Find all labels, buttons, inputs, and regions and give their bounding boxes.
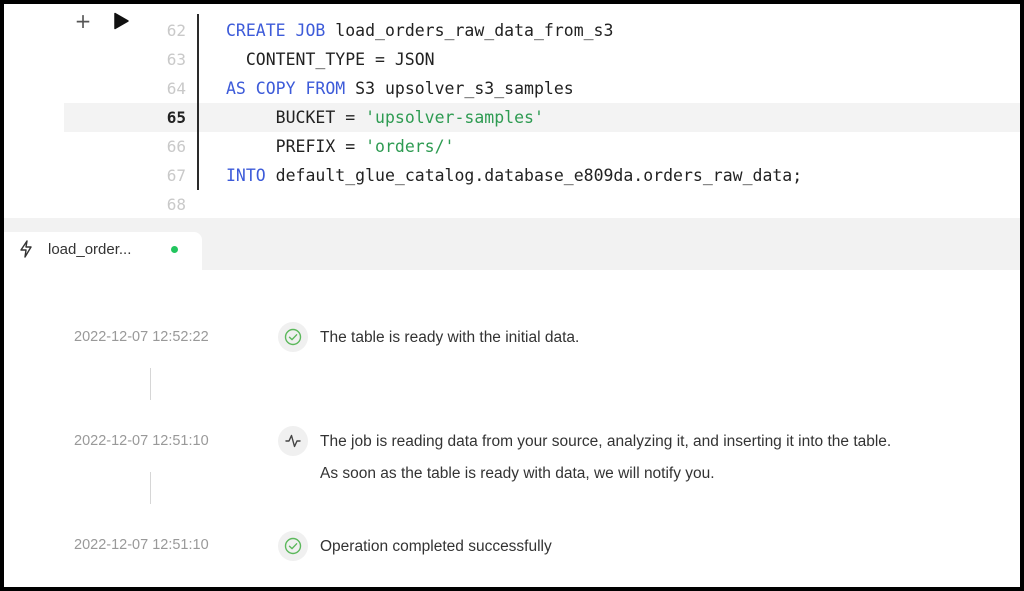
line-number: 68 [166, 195, 186, 214]
tab-label: load_order... [48, 241, 132, 258]
code-line[interactable]: 65 BUCKET = 'upsolver-samples' [4, 103, 1020, 132]
event-message-detail: As soon as the table is ready with data,… [320, 465, 715, 482]
line-number: 66 [166, 137, 186, 156]
line-number: 65 [166, 108, 186, 127]
code-line[interactable]: 64 AS COPY FROM S3 upsolver_s3_samples [4, 74, 1020, 103]
tab-load-orders-job[interactable]: load_order... [4, 232, 202, 270]
screenshot-frame: + 62 CREATE JOB load_orders_raw_data_from… [0, 0, 1024, 591]
line-number: 63 [166, 50, 186, 69]
gutter-divider [197, 14, 199, 190]
tab-strip: load_order... [4, 218, 1020, 270]
code-token: BUCKET = [226, 108, 366, 127]
code-text: PREFIX = 'orders/' [226, 132, 455, 161]
line-number: 62 [166, 21, 186, 40]
code-token: S3 upsolver_s3_samples [345, 79, 574, 98]
code-line[interactable]: 62 CREATE JOB load_orders_raw_data_from_s… [4, 16, 1020, 45]
code-text: AS COPY FROM S3 upsolver_s3_samples [226, 74, 574, 103]
code-token: PREFIX = [226, 137, 366, 156]
sql-keyword: CREATE JOB [226, 21, 326, 40]
code-text: CONTENT_TYPE = JSON [226, 45, 435, 74]
sql-keyword: AS COPY FROM [226, 79, 346, 98]
check-circle-icon [278, 322, 308, 352]
event-timestamp: 2022-12-07 12:52:22 [74, 329, 209, 345]
code-token: default_glue_catalog.database_e809da.ord… [265, 166, 803, 185]
event-message: The table is ready with the initial data… [320, 329, 580, 346]
code-line[interactable]: 63 CONTENT_TYPE = JSON [4, 45, 1020, 74]
lightning-icon [20, 240, 32, 258]
timeline-connector [150, 368, 151, 400]
event-timestamp: 2022-12-07 12:51:10 [74, 433, 209, 449]
code-line[interactable]: 66 PREFIX = 'orders/' [4, 132, 1020, 161]
code-text: BUCKET = 'upsolver-samples' [226, 103, 544, 132]
code-line[interactable]: 68 [4, 190, 1020, 219]
activity-icon [278, 426, 308, 456]
timeline-connector [150, 472, 151, 504]
check-circle-icon [278, 531, 308, 561]
job-event-log: 2022-12-07 12:52:22 The table is ready w… [4, 270, 1020, 587]
code-line[interactable]: 67 INTO default_glue_catalog.database_e80… [4, 161, 1020, 190]
code-text: CREATE JOB load_orders_raw_data_from_s3 [226, 16, 613, 45]
status-dot [171, 246, 178, 253]
code-token: load_orders_raw_data_from_s3 [325, 21, 614, 40]
event-timestamp: 2022-12-07 12:51:10 [74, 537, 209, 553]
code-editor[interactable]: + 62 CREATE JOB load_orders_raw_data_from… [4, 4, 1020, 218]
code-token: CONTENT_TYPE = JSON [226, 50, 435, 69]
event-message: The job is reading data from your source… [320, 433, 892, 450]
string-literal: 'orders/' [365, 137, 455, 156]
line-number: 64 [166, 79, 186, 98]
sql-keyword: INTO [226, 166, 266, 185]
event-message: Operation completed successfully [320, 538, 552, 555]
line-number: 67 [166, 166, 186, 185]
code-text: INTO default_glue_catalog.database_e809d… [226, 161, 802, 190]
string-literal: 'upsolver-samples' [365, 108, 544, 127]
